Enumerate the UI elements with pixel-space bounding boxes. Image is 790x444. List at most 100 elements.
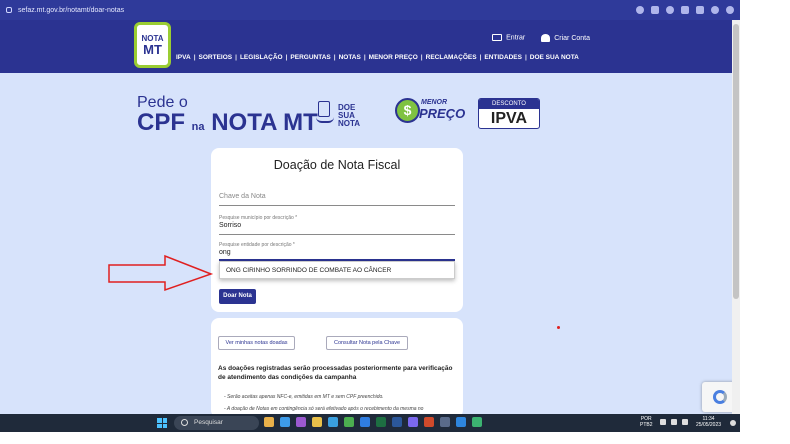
add-user-icon xyxy=(541,34,551,42)
widgets-icon[interactable] xyxy=(264,417,274,427)
create-account-link[interactable]: Criar Conta xyxy=(541,34,590,42)
nav-separator: | xyxy=(479,54,482,61)
taskbar-search[interactable]: Pesquisar xyxy=(174,416,259,430)
form-title: Doação de Nota Fiscal xyxy=(273,158,401,172)
doar-nota-button[interactable]: Doar Nota xyxy=(219,289,256,304)
browser-toolbar xyxy=(636,6,734,14)
battery-icon[interactable] xyxy=(682,419,688,425)
profile-icon[interactable] xyxy=(711,6,719,14)
volume-icon[interactable] xyxy=(671,419,677,425)
file-explorer-icon[interactable] xyxy=(312,417,322,427)
chave-nota-field[interactable]: Chave da Nota xyxy=(219,192,455,206)
logo-line2: MT xyxy=(143,41,162,57)
municipio-field[interactable]: Pesquise município por descrição * Sorri… xyxy=(219,215,455,235)
doe-line2: NOTA xyxy=(338,119,361,128)
magnifier-dollar-icon: $ xyxy=(395,98,420,123)
star-icon[interactable] xyxy=(666,6,674,14)
red-dot xyxy=(557,326,560,329)
notification-icon[interactable] xyxy=(730,420,736,426)
info-title: As doações registradas serão processadas… xyxy=(218,365,453,381)
banner-cpf-nota-mt: Pede o CPF na NOTA MT xyxy=(137,95,318,139)
taskbar-clock[interactable]: 11:34 25/05/2023 xyxy=(696,416,721,428)
nav-item-sorteios[interactable]: SORTEIOS xyxy=(199,54,233,61)
url-text[interactable]: sefaz.mt.gov.br/notamt/doar-notas xyxy=(18,7,124,14)
enter-link[interactable]: Entrar xyxy=(492,34,525,42)
autocomplete-option[interactable]: ONG CIRINHO SORRINDO DE COMBATE AO CÂNCE… xyxy=(219,261,455,279)
chrome-icon[interactable] xyxy=(344,417,354,427)
store-icon[interactable] xyxy=(360,417,370,427)
nota-mt-logo[interactable]: NOTA MT xyxy=(134,22,171,68)
banner-nota-mt: NOTA MT xyxy=(211,109,318,136)
desconto-label: DESCONTO xyxy=(479,99,539,109)
municipio-value: Sorriso xyxy=(219,222,242,229)
chave-nota-placeholder: Chave da Nota xyxy=(219,193,266,200)
info-line2: - A doação de Notas em contingência só s… xyxy=(224,406,424,412)
browser-address-bar: sefaz.mt.gov.br/notamt/doar-notas xyxy=(0,0,740,20)
menu-icon[interactable] xyxy=(726,6,734,14)
settings-icon[interactable] xyxy=(440,417,450,427)
windows-start-icon[interactable] xyxy=(157,418,167,428)
banner-na: na xyxy=(191,121,205,133)
top-actions: Entrar Criar Conta xyxy=(492,34,590,42)
nav-item-entidades[interactable]: ENTIDADES xyxy=(484,54,522,61)
menor-preco-logo[interactable]: $ MENOR PREÇO xyxy=(393,96,465,128)
nav-item-doe-sua-nota[interactable]: DOE SUA NOTA xyxy=(530,54,579,61)
red-arrow-annotation xyxy=(108,254,214,292)
nav-separator: | xyxy=(420,54,423,61)
create-account-label: Criar Conta xyxy=(554,34,590,42)
nav-item-ipva[interactable]: IPVA xyxy=(176,54,191,61)
info-line1: - Serão aceitas apenas NFC-e, emitidas e… xyxy=(224,394,384,400)
sidebar-icon[interactable] xyxy=(696,6,704,14)
nav-separator: | xyxy=(193,54,196,61)
word-icon[interactable] xyxy=(392,417,402,427)
document-icon xyxy=(318,101,330,117)
maps-icon[interactable] xyxy=(472,417,482,427)
nav-separator: | xyxy=(235,54,237,61)
wifi-icon[interactable] xyxy=(660,419,666,425)
share-icon[interactable] xyxy=(651,6,659,14)
scrollbar-thumb[interactable] xyxy=(733,24,739,299)
site-header xyxy=(0,20,740,73)
hand-icon xyxy=(316,117,334,123)
login-icon xyxy=(492,34,503,42)
nav-item-legislacao[interactable]: LEGISLAÇÃO xyxy=(240,54,283,61)
nav-separator: | xyxy=(524,54,527,61)
lang-line2: PTB2 xyxy=(640,422,653,428)
google-icon[interactable] xyxy=(636,6,644,14)
excel-icon[interactable] xyxy=(376,417,386,427)
nav-separator: | xyxy=(363,54,366,61)
doe-sua-nota-text: DOE SUA NOTA xyxy=(338,104,374,128)
outlook-icon[interactable] xyxy=(456,417,466,427)
nav-item-menor-preco[interactable]: MENOR PREÇO xyxy=(369,54,418,61)
taskbar-search-placeholder: Pesquisar xyxy=(194,419,223,426)
outside-area xyxy=(740,0,790,444)
desconto-ipva-badge[interactable]: DESCONTO IPVA xyxy=(478,98,540,129)
search-icon xyxy=(181,419,188,426)
ipva-label: IPVA xyxy=(490,110,528,127)
task-view-icon[interactable] xyxy=(280,417,290,427)
nav-item-notas[interactable]: NOTAS xyxy=(339,54,361,61)
ver-minhas-notas-button[interactable]: Ver minhas notas doadas xyxy=(218,336,295,350)
nav-item-reclamacoes[interactable]: RECLAMAÇÕES xyxy=(426,54,477,61)
recaptcha-icon xyxy=(713,390,727,404)
menor-label: MENOR xyxy=(421,99,448,106)
entidade-field[interactable]: Pesquise entidade por descrição * ong xyxy=(219,242,455,261)
edge-icon[interactable] xyxy=(328,417,338,427)
nav-separator: | xyxy=(333,54,336,61)
nav-item-perguntas[interactable]: PERGUNTAS xyxy=(290,54,330,61)
extension-icon[interactable] xyxy=(681,6,689,14)
doe-sua-nota-logo[interactable]: DOE SUA NOTA xyxy=(316,99,374,128)
doe-line1: DOE SUA xyxy=(338,103,356,120)
consultar-nota-button[interactable]: Consultar Nota pela Chave xyxy=(326,336,408,350)
chat-icon[interactable] xyxy=(296,417,306,427)
lock-icon[interactable] xyxy=(6,7,12,13)
banner-cpf: CPF xyxy=(137,109,185,136)
clock-date: 25/05/2023 xyxy=(696,422,722,428)
language-indicator[interactable]: POR PTB2 xyxy=(640,416,653,428)
main-nav: IPVA | SORTEIOS | LEGISLAÇÃO | PERGUNTAS | N… xyxy=(176,54,579,61)
powerpoint-icon[interactable] xyxy=(424,417,434,427)
nav-separator: | xyxy=(285,54,288,61)
banner-headline: CPF na NOTA MT xyxy=(137,111,318,139)
preco-label: PREÇO xyxy=(419,106,466,121)
teams-icon[interactable] xyxy=(408,417,418,427)
